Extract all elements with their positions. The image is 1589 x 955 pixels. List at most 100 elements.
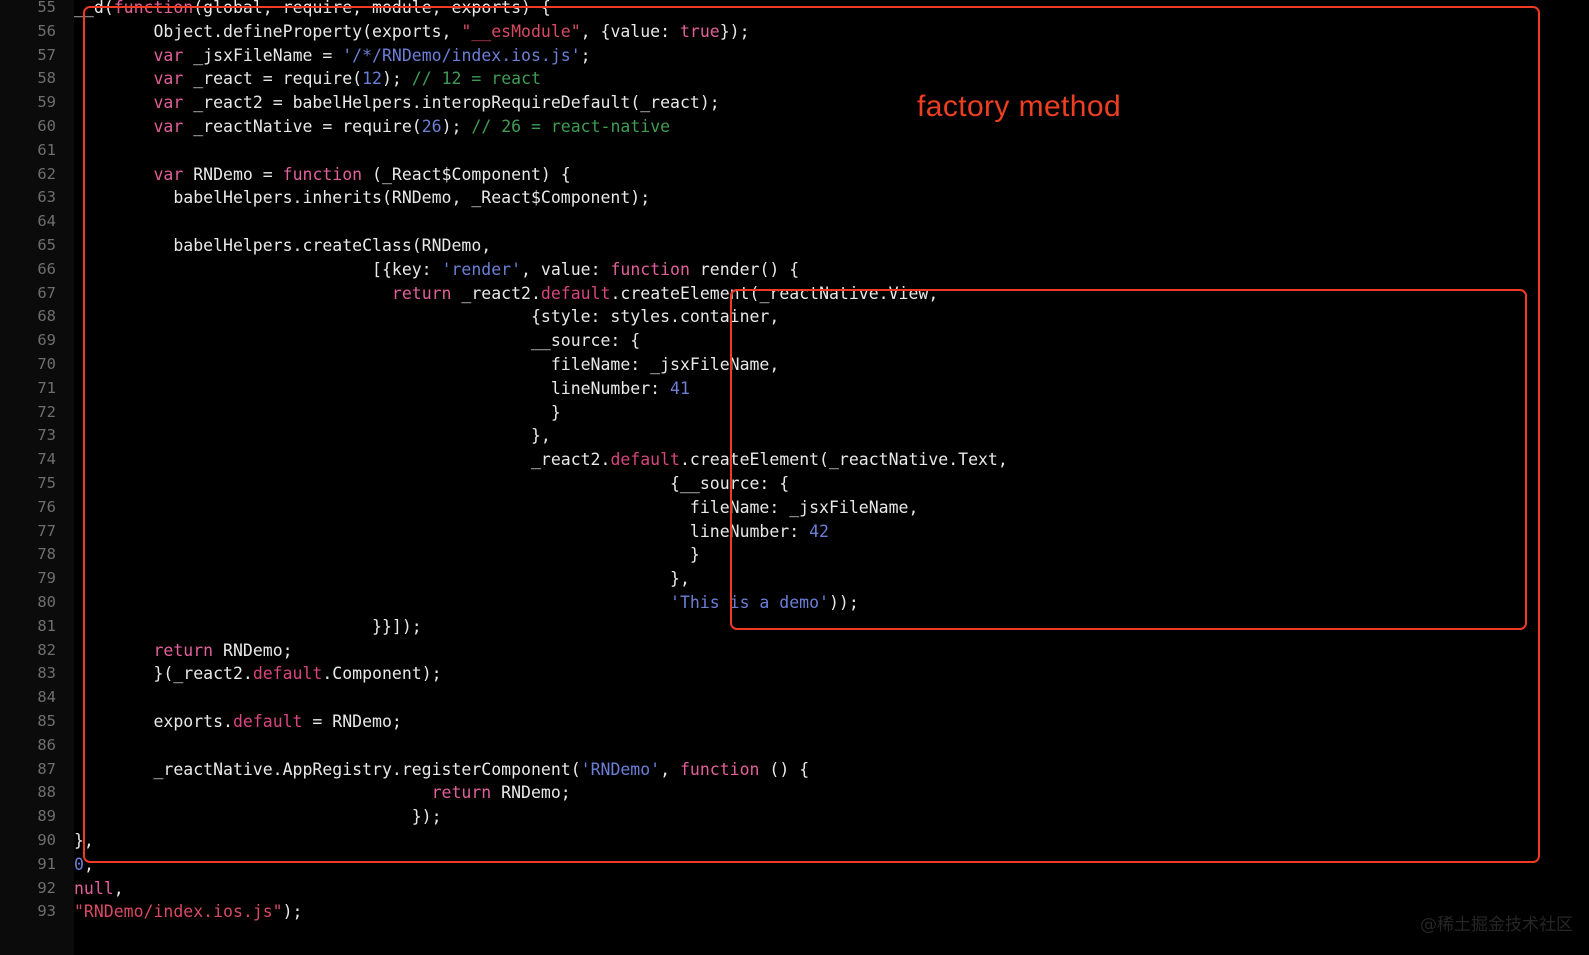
code-line-text: var RNDemo = function (_React$Component)… [74, 163, 570, 187]
code-token: 42 [809, 521, 829, 541]
code-token: }); [719, 21, 750, 41]
code-line-text: 'This is a demo')); [74, 591, 859, 615]
code-line: 93 "RNDemo/index.ios.js"); [0, 900, 1589, 924]
code-token: // 12 = react [411, 69, 541, 89]
code-token: }); [74, 807, 442, 827]
code-line: 62 var RNDemo = function (_React$Compone… [0, 163, 1589, 187]
line-number: 64 [37, 212, 56, 231]
code-line: 56 Object.defineProperty(exports, "__esM… [0, 20, 1589, 44]
code-line: 77 lineNumber: 42 [0, 520, 1589, 544]
code-viewer: 55 __d(function(global, require, module, … [0, 0, 1589, 955]
code-token: var [153, 117, 184, 136]
code-token: 'This is a demo' [670, 593, 829, 612]
line-number: 83 [37, 664, 56, 683]
code-line-text: return RNDemo; [74, 639, 293, 663]
code-token: ); [441, 117, 472, 136]
code-token: , value: [521, 259, 611, 279]
code-token: .createElement(_reactNative.View, [610, 283, 939, 303]
code-line: 84 [0, 686, 1589, 710]
line-number: 77 [37, 521, 56, 540]
code-token: _reactNative.AppRegistry.registerCompone… [74, 759, 581, 779]
line-number: 73 [37, 426, 56, 445]
code-line: 72 } [0, 401, 1589, 425]
code-token: default [610, 450, 680, 470]
code-token: Object.defineProperty(exports, [74, 21, 462, 41]
code-token: .createElement(_reactNative.Text, [679, 450, 1008, 470]
code-token: babelHelpers.createClass(RNDemo, [74, 236, 492, 255]
line-number: 85 [37, 712, 56, 730]
code-token: "__esModule" [461, 21, 581, 41]
line-number: 78 [37, 545, 56, 564]
line-number: 87 [37, 759, 56, 778]
code-token: RNDemo; [213, 640, 293, 660]
code-token: // 26 = react-native [471, 117, 671, 136]
code-line: 55 __d(function(global, require, module, … [0, 0, 1589, 20]
code-line-text: fileName: _jsxFileName, [74, 496, 919, 520]
code-line-text: var _react = require(12); // 12 = react [74, 67, 541, 91]
code-line: 70 fileName: _jsxFileName, [0, 353, 1589, 377]
code-line: 69 __source: { [0, 329, 1589, 353]
code-line-text: } [74, 401, 561, 425]
line-number: 68 [37, 307, 56, 326]
code-line-text: return RNDemo; [74, 781, 571, 805]
code-line-text: babelHelpers.createClass(RNDemo, [74, 234, 491, 258]
code-line-text: }); [74, 805, 442, 829]
code-token: }, [74, 831, 94, 850]
code-content[interactable]: 55 __d(function(global, require, module, … [0, 0, 1589, 955]
code-token: var [153, 164, 184, 184]
code-token: }}]); [74, 616, 422, 636]
code-line-text: }, [74, 424, 551, 448]
line-number: 84 [37, 688, 56, 707]
code-line-text: var _jsxFileName = '/*/RNDemo/index.ios.… [74, 44, 590, 68]
line-number: 67 [37, 283, 56, 302]
code-token: null [74, 878, 114, 898]
code-token: __source: { [74, 331, 641, 351]
code-token: default [232, 712, 303, 731]
code-line-text: {style: styles.container, [74, 305, 779, 329]
line-number: 71 [37, 378, 56, 397]
line-number: 76 [37, 497, 56, 516]
code-token: 41 [670, 378, 690, 398]
code-line: 80 'This is a demo')); [0, 591, 1589, 615]
code-token: default [540, 283, 611, 303]
code-line: 60 var _reactNative = require(26); // 26… [0, 115, 1589, 139]
line-number: 80 [37, 593, 56, 611]
code-token: = RNDemo; [302, 712, 402, 731]
code-token: }(_react2. [74, 664, 253, 684]
code-line: 73 }, [0, 424, 1589, 448]
line-number: 65 [37, 236, 56, 254]
code-line-text: lineNumber: 42 [74, 520, 829, 544]
line-number: 57 [37, 45, 56, 64]
code-line: 71 lineNumber: 41 [0, 377, 1589, 401]
code-token: '/*/RNDemo/index.ios.js' [342, 45, 581, 65]
code-token: return [431, 783, 492, 803]
line-number: 74 [37, 450, 56, 469]
line-number: 58 [37, 69, 56, 88]
line-number: 91 [37, 854, 56, 873]
code-line-text: "RNDemo/index.ios.js"); [74, 900, 303, 924]
code-line: 89 }); [0, 805, 1589, 829]
code-line: 68 {style: styles.container, [0, 305, 1589, 329]
line-number: 79 [37, 569, 56, 588]
code-line: 64 [0, 210, 1589, 234]
code-line-text: _react2.default.createElement(_reactNati… [74, 448, 1008, 472]
line-number: 69 [37, 331, 56, 350]
code-line: 65 babelHelpers.createClass(RNDemo, [0, 234, 1589, 258]
code-line: 86 [0, 734, 1589, 758]
code-token: return [153, 640, 214, 660]
factory-method-annotation-label: factory method [917, 90, 1122, 123]
code-line: 57 var _jsxFileName = '/*/RNDemo/index.i… [0, 44, 1589, 68]
code-token: () { [759, 759, 810, 779]
code-line-text: var _reactNative = require(26); // 26 = … [74, 115, 670, 139]
code-line-text: fileName: _jsxFileName, [74, 353, 780, 377]
code-token: ); [282, 902, 303, 922]
line-number: 60 [37, 117, 56, 135]
code-line: 88 return RNDemo; [0, 781, 1589, 805]
code-token: __d( [74, 0, 114, 17]
